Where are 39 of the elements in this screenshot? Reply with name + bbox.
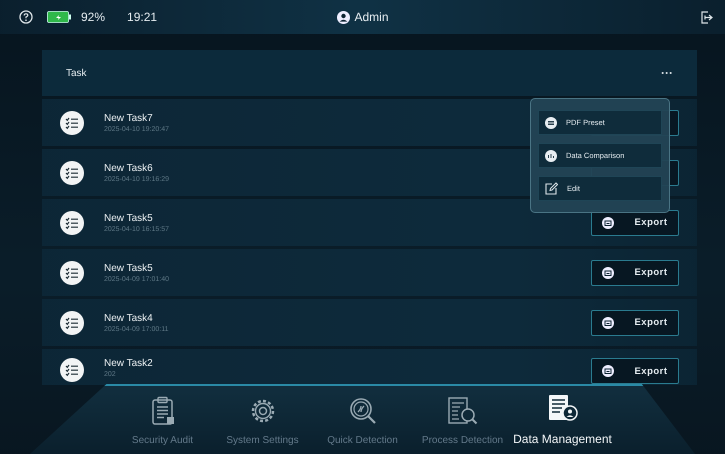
nav-tab[interactable]: Quick Detection <box>312 396 412 446</box>
user-icon <box>336 10 350 24</box>
more-button[interactable]: ··· <box>661 66 673 80</box>
export-button[interactable]: Export <box>591 310 679 336</box>
export-icon <box>602 266 614 278</box>
logout-icon[interactable] <box>701 10 715 24</box>
checklist-icon <box>60 358 84 382</box>
task-name: New Task6 <box>104 162 154 174</box>
edit-icon <box>545 182 558 195</box>
panel-title: Task <box>66 68 87 78</box>
clock-time: 19:21 <box>127 10 158 24</box>
checklist-icon <box>60 110 84 134</box>
checklist-icon <box>60 160 84 184</box>
task-name: New Task5 <box>104 262 154 274</box>
task-name: New Task4 <box>104 312 154 324</box>
export-icon <box>602 316 614 328</box>
nav-tab[interactable]: System Settings <box>212 396 312 446</box>
export-button[interactable]: Export <box>591 358 679 384</box>
document-icon <box>545 116 557 128</box>
nav-tab[interactable]: Data Management <box>512 393 612 446</box>
export-button[interactable]: Export <box>591 260 679 286</box>
export-icon <box>602 365 614 377</box>
compare-icon <box>545 150 557 162</box>
nav-tab[interactable]: Security Audit <box>112 396 212 446</box>
document-user-icon <box>546 393 578 423</box>
help-icon[interactable] <box>19 10 33 24</box>
user-name: Admin <box>354 10 388 24</box>
task-name: New Task5 <box>104 212 154 224</box>
battery-icon <box>47 11 71 23</box>
checklist-icon <box>60 260 84 284</box>
export-icon <box>602 216 614 228</box>
magnifier-icon <box>348 396 378 426</box>
battery-percentage: 92% <box>81 10 106 24</box>
nav-tab[interactable]: Process Detection <box>412 396 512 446</box>
checklist-icon <box>60 310 84 334</box>
list-search-icon <box>446 396 478 426</box>
checklist-icon <box>60 210 84 234</box>
task-name: New Task7 <box>104 112 154 124</box>
task-name: New Task2 <box>104 358 153 369</box>
